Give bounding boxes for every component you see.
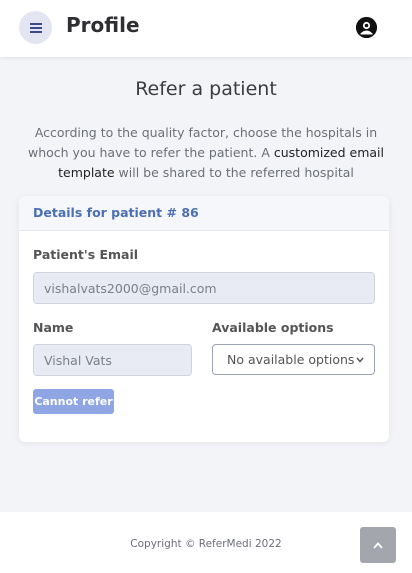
selected-option: No available options [227,352,355,367]
name-label: Name [33,320,74,335]
page-title: Profile [66,13,140,37]
scroll-to-top-button[interactable] [360,527,396,563]
email-label: Patient's Email [33,247,139,262]
hospital-options-select[interactable]: No available options [212,344,375,375]
description-text-end: will be shared to the referred hospital [114,165,354,180]
patient-name-field[interactable]: Vishal Vats [33,344,192,376]
hamburger-menu-icon [29,22,42,33]
menu-button[interactable] [19,11,52,44]
patient-details-card: Details for patient # 86 Patient's Email… [19,196,389,442]
copyright-text: Copyright © ReferMedi 2022 [130,538,282,550]
user-avatar-icon [356,17,377,38]
referral-description: According to the quality factor, choose … [14,123,398,183]
section-heading: Refer a patient [135,78,277,100]
options-label: Available options [212,320,334,335]
patient-email-field[interactable]: vishalvats2000@gmail.com [33,272,375,304]
user-avatar-button[interactable] [356,17,377,38]
card-header: Details for patient # 86 [19,196,389,231]
refer-button[interactable]: Cannot refer [33,389,114,414]
chevron-up-icon [373,541,383,549]
chevron-down-icon [356,357,364,363]
top-navbar: Profile [0,0,412,57]
footer: Copyright © ReferMedi 2022 [0,512,412,573]
